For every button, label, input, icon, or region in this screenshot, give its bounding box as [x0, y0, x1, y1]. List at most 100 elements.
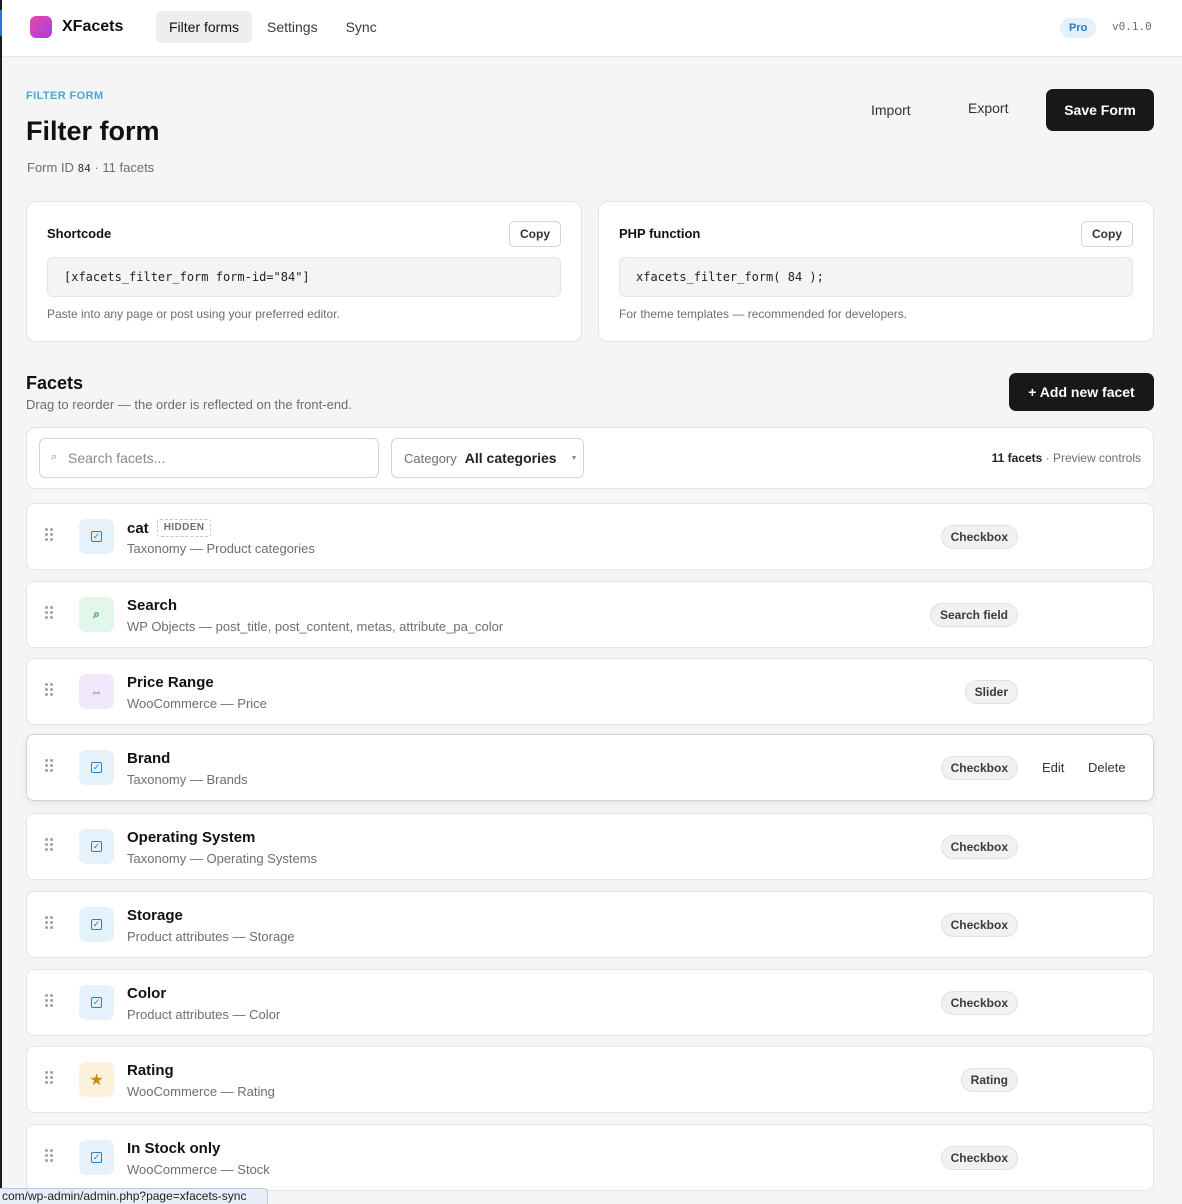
facet-type-badge: Rating: [960, 1068, 1018, 1092]
facet-name: Color: [127, 985, 167, 1002]
form-id-value: 84: [77, 162, 91, 175]
php-function-help: For theme templates — recommended for de…: [619, 307, 908, 321]
page-eyebrow: FILTER FORM: [26, 90, 104, 102]
facet-row[interactable]: ⌕ Search WP Objects — post_title, post_c…: [26, 581, 1154, 648]
facet-row[interactable]: ✓ Brand Taxonomy — Brands Checkbox Edit …: [26, 734, 1154, 801]
drag-handle-icon[interactable]: [45, 683, 55, 697]
slider-icon: ⇔: [79, 674, 114, 709]
facet-type-badge: Checkbox: [940, 913, 1018, 937]
tab-sync[interactable]: Sync: [333, 11, 390, 43]
facet-summary: · 11 facets: [94, 160, 155, 175]
php-function-card: PHP function Copy xfacets_filter_form( 8…: [598, 201, 1154, 342]
facet-search[interactable]: ⌕: [39, 438, 379, 478]
category-value: All categories: [464, 450, 557, 466]
star-icon: ★: [79, 1062, 114, 1097]
page-title: Filter form: [26, 116, 160, 146]
checkbox-icon: ✓: [79, 907, 114, 942]
php-function-title: PHP function: [619, 226, 701, 241]
facet-description: WooCommerce — Rating: [127, 1084, 275, 1099]
facet-name: Operating System: [127, 829, 256, 846]
form-id-label: Form ID: [27, 160, 74, 175]
facet-type-badge: Slider: [964, 680, 1018, 704]
facet-description: Taxonomy — Operating Systems: [127, 851, 318, 866]
copy-shortcode-button[interactable]: Copy: [509, 221, 561, 247]
add-new-facet-button[interactable]: + Add new facet: [1009, 373, 1154, 411]
facet-name: cat: [127, 519, 149, 537]
facet-row[interactable]: ✓ Operating System Taxonomy — Operating …: [26, 813, 1154, 880]
shortcode-code[interactable]: [xfacets_filter_form form-id="84"]: [47, 257, 561, 297]
facets-toolbar: ⌕ Category All categories ▼ 11 facets · …: [26, 427, 1154, 489]
hidden-badge: HIDDEN: [156, 519, 212, 537]
edit-facet-button[interactable]: Edit: [1042, 760, 1064, 775]
drag-handle-icon[interactable]: [45, 759, 55, 773]
drag-handle-icon[interactable]: [45, 838, 55, 852]
drag-handle-icon[interactable]: [45, 916, 55, 930]
tab-filter-forms[interactable]: Filter forms: [156, 11, 252, 43]
facet-name: Rating: [127, 1062, 174, 1079]
facet-description: Taxonomy — Product categories: [127, 541, 315, 556]
chevron-down-icon: ▼: [570, 454, 578, 462]
facet-name: Search: [127, 597, 178, 614]
checkbox-icon: ✓: [79, 519, 114, 554]
main-nav: Filter forms Settings Sync: [156, 11, 390, 43]
window-left-edge: [0, 0, 2, 1204]
drag-handle-icon[interactable]: [45, 994, 55, 1008]
facet-type-badge: Checkbox: [940, 525, 1018, 549]
facet-row[interactable]: ✓ Storage Product attributes — Storage C…: [26, 891, 1154, 958]
top-bar: XFacets Filter forms Settings Sync Pro v…: [2, 0, 1182, 57]
shortcode-help: Paste into any page or post using your p…: [47, 307, 340, 321]
drag-handle-icon[interactable]: [45, 1071, 55, 1085]
checkbox-icon: ✓: [79, 750, 114, 785]
shortcode-card: Shortcode Copy [xfacets_filter_form form…: [26, 201, 582, 342]
facet-search-input[interactable]: [68, 447, 368, 469]
facet-description: Product attributes — Color: [127, 1007, 281, 1022]
search-icon: ⌕: [79, 597, 114, 632]
facet-type-badge: Search field: [929, 603, 1018, 627]
facets-title: Facets: [26, 373, 84, 393]
facet-description: Taxonomy — Brands: [127, 772, 248, 787]
status-bar-url: com/wp-admin/admin.php?page=xfacets-sync: [0, 1188, 268, 1204]
facets-subtitle: Drag to reorder — the order is reflected…: [26, 397, 352, 412]
facet-type-badge: Checkbox: [940, 1146, 1018, 1170]
facet-name: Brand: [127, 750, 171, 767]
category-select[interactable]: Category All categories ▼: [391, 438, 584, 478]
xfacets-logo-icon: [30, 16, 52, 38]
facet-name: Storage: [127, 907, 183, 924]
checkbox-icon: ✓: [79, 1140, 114, 1175]
facet-count-bold: 11 facets: [991, 451, 1043, 465]
brand[interactable]: XFacets: [30, 16, 123, 38]
facet-name: Price Range: [127, 674, 214, 691]
checkbox-icon: ✓: [79, 829, 114, 864]
drag-handle-icon[interactable]: [45, 606, 55, 620]
facet-type-badge: Checkbox: [940, 991, 1018, 1015]
facet-count: 11 facets · Preview controls: [992, 451, 1141, 465]
drag-handle-icon[interactable]: [45, 1149, 55, 1163]
checkbox-icon: ✓: [79, 985, 114, 1020]
delete-facet-button[interactable]: Delete: [1088, 760, 1126, 775]
facet-row[interactable]: ⇔ Price Range WooCommerce — Price Slider: [26, 658, 1154, 725]
facet-description: WooCommerce — Stock: [127, 1162, 270, 1177]
facet-row[interactable]: ✓ In Stock only WooCommerce — Stock Chec…: [26, 1124, 1154, 1191]
pro-badge: Pro: [1060, 18, 1097, 38]
facet-name-wrap: cat HIDDEN: [127, 519, 212, 537]
preview-controls-label[interactable]: · Preview controls: [1042, 451, 1141, 465]
tab-settings[interactable]: Settings: [254, 11, 331, 43]
import-button[interactable]: Import: [871, 100, 911, 120]
php-function-code[interactable]: xfacets_filter_form( 84 );: [619, 257, 1133, 297]
form-meta: Form ID 84 · 11 facets: [27, 160, 154, 175]
export-button[interactable]: Export: [968, 98, 1008, 118]
drag-handle-icon[interactable]: [45, 528, 55, 542]
facet-type-badge: Checkbox: [940, 835, 1018, 859]
facet-row[interactable]: ★ Rating WooCommerce — Rating Rating: [26, 1046, 1154, 1113]
facet-type-badge: Checkbox: [940, 756, 1018, 780]
facet-description: WP Objects — post_title, post_content, m…: [127, 619, 504, 634]
facet-description: Product attributes — Storage: [127, 929, 295, 944]
copy-php-button[interactable]: Copy: [1081, 221, 1133, 247]
save-form-button[interactable]: Save Form: [1046, 89, 1154, 131]
facet-row[interactable]: ✓ cat HIDDEN Taxonomy — Product categori…: [26, 503, 1154, 570]
facet-description: WooCommerce — Price: [127, 696, 267, 711]
facet-row[interactable]: ✓ Color Product attributes — Color Check…: [26, 969, 1154, 1036]
category-label: Category: [404, 450, 457, 466]
version-label: v0.1.0: [1112, 20, 1152, 33]
facet-name: In Stock only: [127, 1140, 221, 1157]
